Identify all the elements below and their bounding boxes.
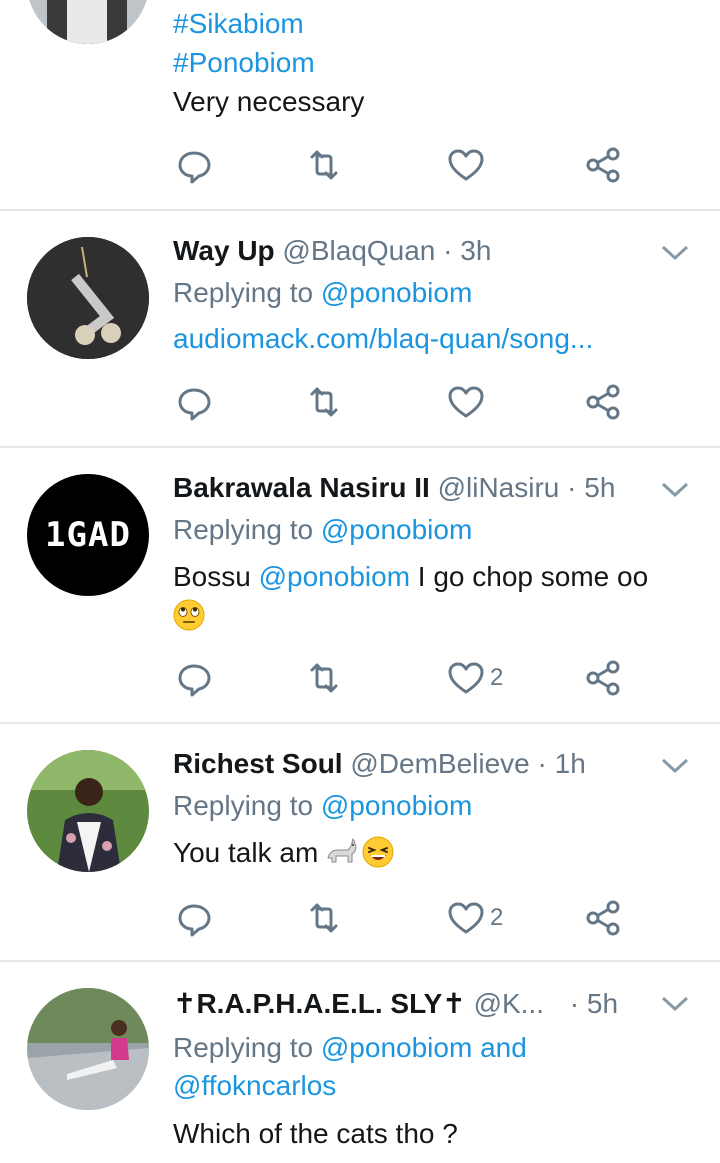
tweet-text-prefix: Bossu: [173, 561, 251, 592]
user-handle[interactable]: @BlaqQuan: [282, 235, 435, 266]
replying-to: Replying to @ponobiom: [173, 788, 472, 824]
user-handle[interactable]: @K...: [474, 988, 544, 1019]
display-name[interactable]: ✝R.A.P.H.A.E.L. SLY✝: [173, 988, 466, 1019]
tweet-4[interactable]: ✝R.A.P.H.A.E.L. SLY✝ @K... · 5h Replying…: [0, 962, 720, 1163]
avatar-text: 1GAD: [45, 515, 131, 555]
retweet-button[interactable]: [304, 896, 344, 940]
like-icon: [448, 662, 484, 694]
mention-link[interactable]: @ponobiom: [259, 561, 410, 592]
reply-icon: [178, 388, 211, 421]
mention-link[interactable]: @ponobiom: [321, 1032, 472, 1063]
tweet-3[interactable]: Richest Soul @DemBelieve · 1h Replying t…: [0, 724, 720, 960]
like-count: 2: [490, 904, 504, 931]
retweet-icon: [310, 150, 338, 180]
eye-roll-emoji-icon: [173, 599, 205, 631]
share-button[interactable]: [583, 896, 623, 940]
timestamp: · 1h: [537, 748, 586, 779]
mention-link[interactable]: @ponobiom: [321, 790, 472, 821]
like-button[interactable]: 2: [446, 656, 503, 700]
replying-to-label: Replying to: [173, 514, 314, 545]
reply-button[interactable]: [174, 656, 214, 700]
mention-link[interactable]: @ffokncarlos: [173, 1068, 336, 1104]
share-icon: [586, 384, 620, 420]
share-button[interactable]: [583, 143, 623, 187]
chevron-down-icon[interactable]: [660, 243, 690, 263]
laughing-emoji-icon: [362, 836, 394, 868]
replying-and: and: [480, 1032, 527, 1063]
reply-button[interactable]: [174, 143, 214, 187]
share-button[interactable]: [583, 656, 623, 700]
tweet-1[interactable]: Way Up @BlaqQuan · 3h Replying to @ponob…: [0, 211, 720, 447]
share-icon: [586, 660, 620, 696]
reply-icon: [178, 151, 211, 184]
avatar[interactable]: [27, 988, 149, 1110]
tweet-text-emoji-line: [173, 598, 205, 634]
timestamp: · 3h: [443, 235, 492, 266]
tweet-header: Richest Soul @DemBelieve · 1h: [173, 746, 586, 782]
retweet-icon: [310, 663, 338, 693]
reply-button[interactable]: [174, 896, 214, 940]
tweet-text-body: You talk am: [173, 837, 319, 868]
tweet-header: ✝R.A.P.H.A.E.L. SLY✝ @K... · 5h: [173, 986, 618, 1022]
replying-to-label: Replying to: [173, 790, 314, 821]
replying-to: Replying to @ponobiom: [173, 512, 472, 548]
avatar[interactable]: [27, 237, 149, 359]
reply-button[interactable]: [174, 380, 214, 424]
share-button[interactable]: [583, 380, 623, 424]
chevron-down-icon[interactable]: [660, 480, 690, 500]
tweet-0[interactable]: #Sikabiom #Ponobiom Very necessary: [0, 0, 720, 210]
avatar[interactable]: [27, 0, 149, 44]
like-icon: [448, 386, 484, 418]
like-count: 2: [490, 664, 504, 691]
timestamp: · 5h: [569, 988, 619, 1019]
display-name[interactable]: Richest Soul: [173, 748, 343, 779]
retweet-button[interactable]: [304, 380, 344, 424]
tweet-actions: [0, 143, 720, 187]
tweet-actions: 2: [0, 896, 720, 940]
user-handle[interactable]: @DemBelieve: [350, 748, 529, 779]
like-icon: [448, 902, 484, 934]
replying-to-label: Replying to: [173, 277, 314, 308]
tweet-text: Very necessary: [173, 86, 365, 117]
tweet-text: Which of the cats tho ?: [173, 1118, 458, 1149]
replying-to-label: Replying to: [173, 1032, 314, 1063]
like-icon: [448, 149, 484, 181]
avatar[interactable]: [27, 750, 149, 872]
share-icon: [586, 900, 620, 936]
like-button[interactable]: [446, 143, 486, 187]
reply-icon: [178, 664, 211, 697]
replying-to: Replying to @ponobiom: [173, 275, 472, 311]
user-handle[interactable]: @liNasiru: [438, 472, 560, 503]
tweet-2[interactable]: 1GAD Bakrawala Nasiru II @liNasiru · 5h …: [0, 448, 720, 722]
tweet-actions: 2: [0, 656, 720, 700]
tweet-header: Bakrawala Nasiru II @liNasiru · 5h: [173, 470, 615, 506]
tweet-link[interactable]: audiomack.com/blaq-quan/song...: [173, 321, 593, 357]
tweet-text-suffix: I go chop some oo: [417, 561, 649, 592]
mention-link[interactable]: @ponobiom: [321, 514, 472, 545]
tweet-text: You talk am: [173, 835, 394, 871]
avatar[interactable]: 1GAD: [27, 474, 149, 596]
hashtag-sikabiom[interactable]: #Sikabiom: [173, 6, 304, 42]
display-name[interactable]: Bakrawala Nasiru II: [173, 472, 430, 503]
reply-icon: [178, 904, 211, 937]
retweet-button[interactable]: [304, 656, 344, 700]
hashtag-ponobiom[interactable]: #Ponobiom: [173, 45, 315, 81]
share-icon: [586, 147, 620, 183]
retweet-icon: [310, 903, 338, 933]
retweet-icon: [310, 387, 338, 417]
timestamp: · 5h: [567, 472, 616, 503]
like-button[interactable]: 2: [446, 896, 503, 940]
mention-link[interactable]: @ponobiom: [321, 277, 472, 308]
retweet-button[interactable]: [304, 143, 344, 187]
display-name[interactable]: Way Up: [173, 235, 275, 266]
tweet-header: Way Up @BlaqQuan · 3h: [173, 233, 491, 269]
like-button[interactable]: [446, 380, 486, 424]
chevron-down-icon[interactable]: [660, 756, 690, 776]
chevron-down-icon[interactable]: [660, 994, 690, 1014]
tweet-actions: [0, 380, 720, 424]
cat-emoji-icon: [327, 837, 357, 863]
tweet-text: Bossu @ponobiom I go chop some oo: [173, 559, 648, 595]
replying-to: Replying to @ponobiom and: [173, 1030, 527, 1066]
